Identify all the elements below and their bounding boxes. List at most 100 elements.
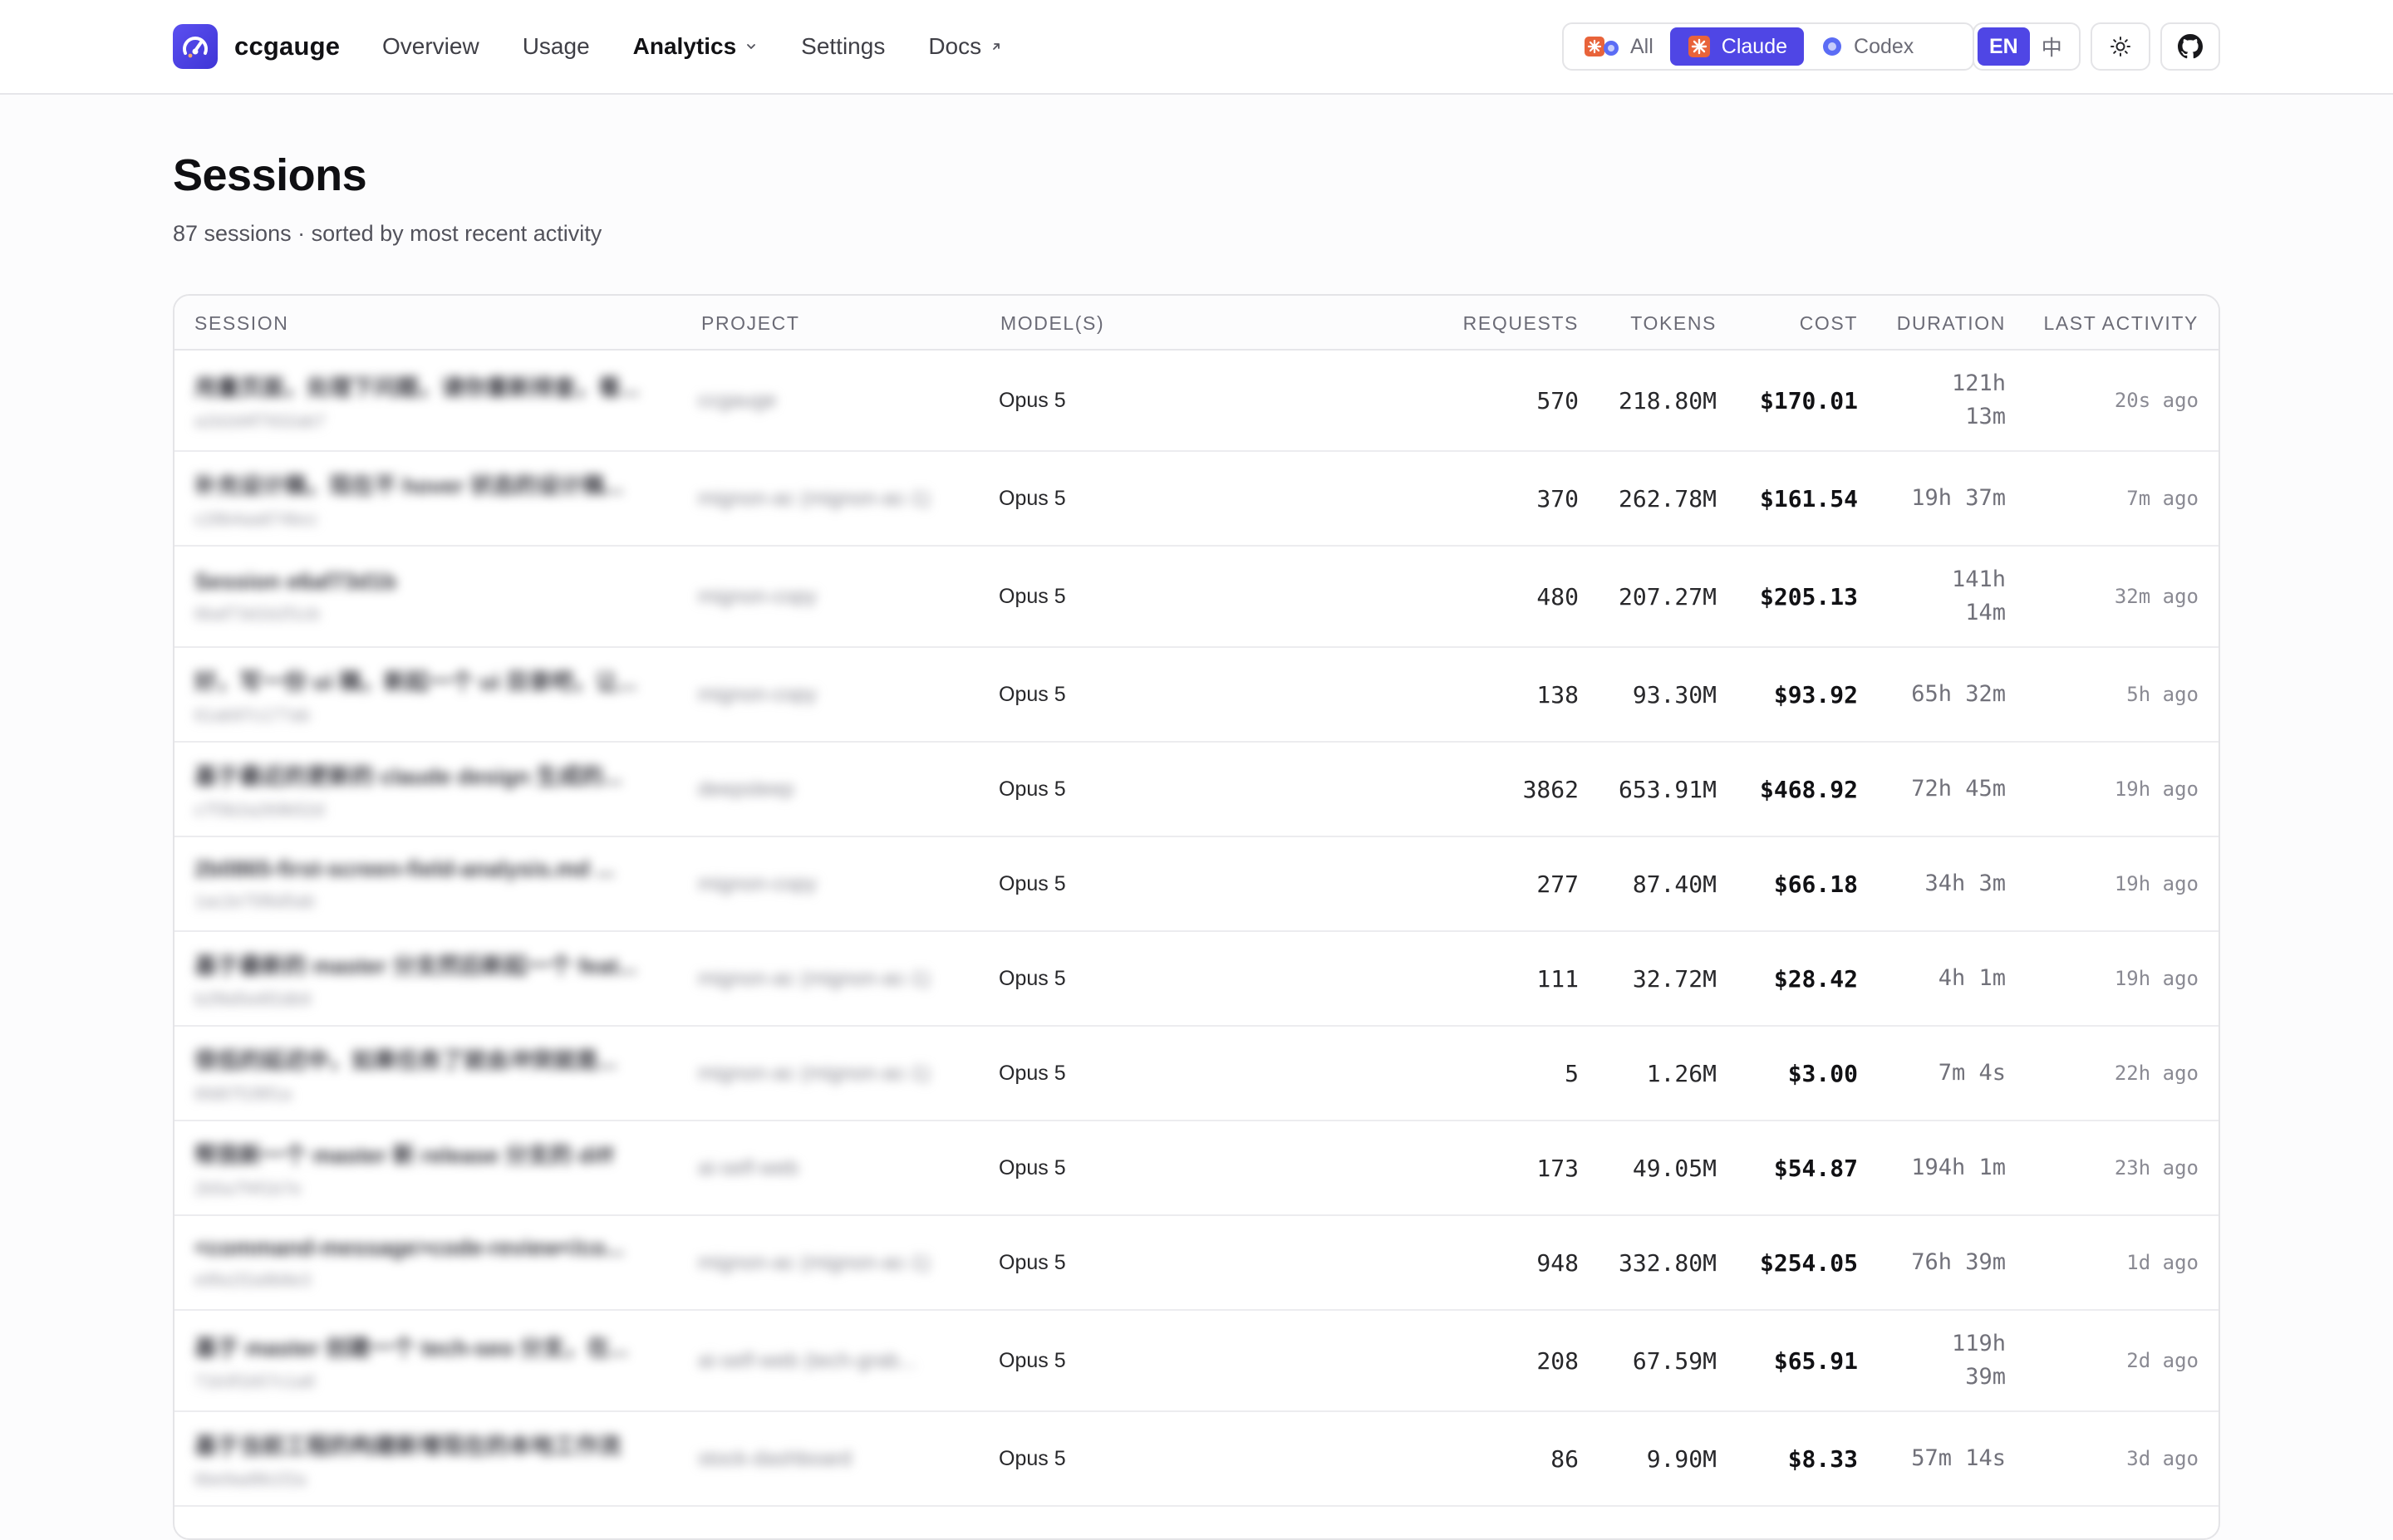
- requests-cell: 138: [1536, 680, 1579, 709]
- model-cell: Opus 5: [999, 1250, 1066, 1274]
- project-cell: mignon-copy: [698, 547, 956, 646]
- table-row[interactable]: 好，写一份 ui 稿，新起一个 ui 目录吧，让... 61ab97c177ab m…: [174, 648, 2219, 743]
- session-id: 6be9ad8b1f2a: [194, 1469, 307, 1489]
- table-header: SESSION PROJECT MODEL(S) REQUESTS TOKENS…: [174, 296, 2219, 351]
- model-cell: Opus 5: [999, 388, 1066, 412]
- gauge-logo-icon: [173, 24, 218, 69]
- main-nav: Overview Usage Analytics Settings Docs: [382, 23, 1046, 70]
- header-project[interactable]: PROJECT: [701, 296, 800, 351]
- duration-cell: 121h 13m: [1865, 351, 2006, 450]
- header-session[interactable]: SESSION: [194, 296, 288, 351]
- duration-primary: 121h: [1951, 370, 2006, 396]
- table-row[interactable]: 帮我新一个 master 新 release 分支的 diff 2b5a7f4f1…: [174, 1121, 2219, 1216]
- sun-icon: [2110, 37, 2130, 56]
- project-name: mignon-copy: [698, 871, 818, 895]
- project-name: deepsleep: [698, 777, 794, 801]
- project-name: mignon-ac (mignon-ac-1): [698, 1250, 931, 1274]
- session-cell: Session e6af73d1b 6baf73d1b2f1cb: [194, 547, 660, 646]
- requests-cell: 370: [1536, 484, 1579, 513]
- sessions-table: SESSION PROJECT MODEL(S) REQUESTS TOKENS…: [173, 294, 2220, 1540]
- header-tokens[interactable]: TOKENS: [1630, 296, 1717, 351]
- nav-usage[interactable]: Usage: [523, 33, 590, 60]
- language-zh-button[interactable]: 中: [2030, 27, 2074, 66]
- table-row[interactable]: 很低的延迟中，如果任务了就会冲突就是... 6fd87f1f8f1a mignon-…: [174, 1027, 2219, 1121]
- duration-primary: 194h 1m: [1911, 1155, 2006, 1180]
- table-row[interactable]: 基于最新的 master 分支然后新起一个 feat... b2f8d5e8f2d…: [174, 932, 2219, 1027]
- external-link-icon: [993, 43, 1000, 50]
- duration-secondary: 14m: [1965, 600, 2006, 625]
- duration-cell: 65h 32m: [1865, 648, 2006, 741]
- session-id: b2f8d5e8f2db9: [194, 989, 312, 1009]
- model-cell: Opus 5: [999, 1348, 1066, 1372]
- cost-cell: $205.13: [1759, 582, 1858, 611]
- claude-icon: [1687, 34, 1712, 59]
- session-title: Session e6af73d1b: [194, 568, 397, 594]
- github-link-button[interactable]: [2160, 22, 2220, 71]
- project-name: ai-self-web (tech-grab...: [698, 1348, 916, 1372]
- table-row[interactable]: Session e6af73d1b 6baf73d1b2f1cb mignon-co…: [174, 547, 2219, 648]
- session-title: 很低的延迟中，如果任务了就会冲突就是...: [194, 1047, 617, 1073]
- requests-cell: 277: [1536, 870, 1579, 898]
- duration-cell: 76h 39m: [1865, 1216, 2006, 1309]
- provider-all-button[interactable]: All: [1567, 27, 1670, 66]
- nav-overview[interactable]: Overview: [382, 33, 479, 60]
- language-en-button[interactable]: EN: [1978, 27, 2030, 66]
- duration-cell: 194h 1m: [1865, 1121, 2006, 1214]
- model-cell: Opus 5: [999, 1446, 1066, 1470]
- header-duration[interactable]: DURATION: [1897, 296, 2006, 351]
- header-models[interactable]: MODEL(S): [1000, 296, 1104, 351]
- nav-docs[interactable]: Docs: [928, 33, 1003, 60]
- project-name: mignon-ac (mignon-ac-1): [698, 1061, 931, 1085]
- nav-analytics[interactable]: Analytics: [633, 33, 759, 60]
- duration-primary: 7m 4s: [1938, 1060, 2006, 1086]
- project-cell: mignon-ac (mignon-ac-1): [698, 1216, 956, 1309]
- project-name: mignon-ac (mignon-ac-1): [698, 486, 931, 510]
- session-cell: 用量页面，处理下问题，请你重新排查，看... a1b2d4f7932ab7: [194, 351, 660, 450]
- theme-toggle-button[interactable]: [2091, 22, 2150, 71]
- provider-all-label: All: [1630, 34, 1653, 58]
- tokens-cell: 9.90M: [1646, 1444, 1717, 1473]
- project-name: stock-dashboard: [698, 1446, 852, 1470]
- duration-primary: 119h: [1951, 1331, 2006, 1356]
- requests-cell: 3862: [1522, 775, 1579, 803]
- session-title: 基于最近的更新的 claude design 生成的...: [194, 763, 622, 789]
- duration-primary: 65h 32m: [1911, 681, 2006, 707]
- session-id: e9fa1f2a9b8e3: [194, 1270, 312, 1290]
- project-cell: mignon-copy: [698, 837, 956, 930]
- model-cell: Opus 5: [999, 682, 1066, 706]
- model-cell: Opus 5: [999, 1155, 1066, 1180]
- requests-cell: 86: [1550, 1444, 1579, 1473]
- table-row[interactable]: 补充设计稿，现在不 hover 状态的设计稿... c28b4aa874bcc mi…: [174, 452, 2219, 547]
- model-cell: Opus 5: [999, 966, 1066, 990]
- provider-claude-button[interactable]: Claude: [1669, 27, 1805, 66]
- table-row[interactable]: <command-message>code-review</co... e9fa1…: [174, 1216, 2219, 1311]
- project-cell: stock-dashboard: [698, 1412, 956, 1505]
- session-cell: <command-message>code-review</co... e9fa1…: [194, 1216, 660, 1309]
- session-title: <command-message>code-review</co...: [194, 1234, 624, 1260]
- table-row[interactable]: 基于最近的更新的 claude design 生成的... c7f3b2a269b…: [174, 743, 2219, 837]
- session-cell: 好，写一份 ui 稿，新起一个 ui 目录吧，让... 61ab97c177ab: [194, 648, 660, 741]
- page-subtitle: 87 sessions · sorted by most recent acti…: [173, 221, 602, 246]
- session-id: 1ac2e75f6d5ab: [194, 891, 315, 911]
- header-requests[interactable]: REQUESTS: [1463, 296, 1579, 351]
- table-row[interactable]: 基于当前工程的构建新增现在的本地工作流 6be9ad8b1f2a stock-das…: [174, 1412, 2219, 1507]
- chevron-down-icon: [747, 44, 756, 49]
- tokens-cell: 218.80M: [1618, 386, 1717, 414]
- table-row[interactable]: 基于 master 创建一个 tech-seo 分支，在... 71b3f1b57…: [174, 1311, 2219, 1412]
- tokens-cell: 93.30M: [1632, 680, 1717, 709]
- provider-codex-button[interactable]: Codex: [1804, 27, 1930, 66]
- session-id: 2b5a7f4f1b7e: [194, 1179, 302, 1199]
- duration-cell: 141h 14m: [1865, 547, 2006, 646]
- header-last-activity[interactable]: LAST ACTIVITY: [2043, 296, 2199, 351]
- cost-cell: $161.54: [1759, 484, 1858, 513]
- model-cell: Opus 5: [999, 871, 1066, 895]
- header-cost[interactable]: COST: [1800, 296, 1858, 351]
- brand[interactable]: ccgauge: [173, 23, 340, 70]
- table-row[interactable]: 2b0865-first-screen-field-analysis.md ..…: [174, 837, 2219, 932]
- duration-cell: 119h 39m: [1865, 1311, 2006, 1410]
- project-cell: ccgauge: [698, 351, 956, 450]
- nav-settings[interactable]: Settings: [801, 33, 885, 60]
- last-activity-cell: 7m ago: [2126, 487, 2199, 510]
- table-row[interactable]: 用量页面，处理下问题，请你重新排查，看... a1b2d4f7932ab7 ccga…: [174, 351, 2219, 452]
- duration-primary: 76h 39m: [1911, 1249, 2006, 1275]
